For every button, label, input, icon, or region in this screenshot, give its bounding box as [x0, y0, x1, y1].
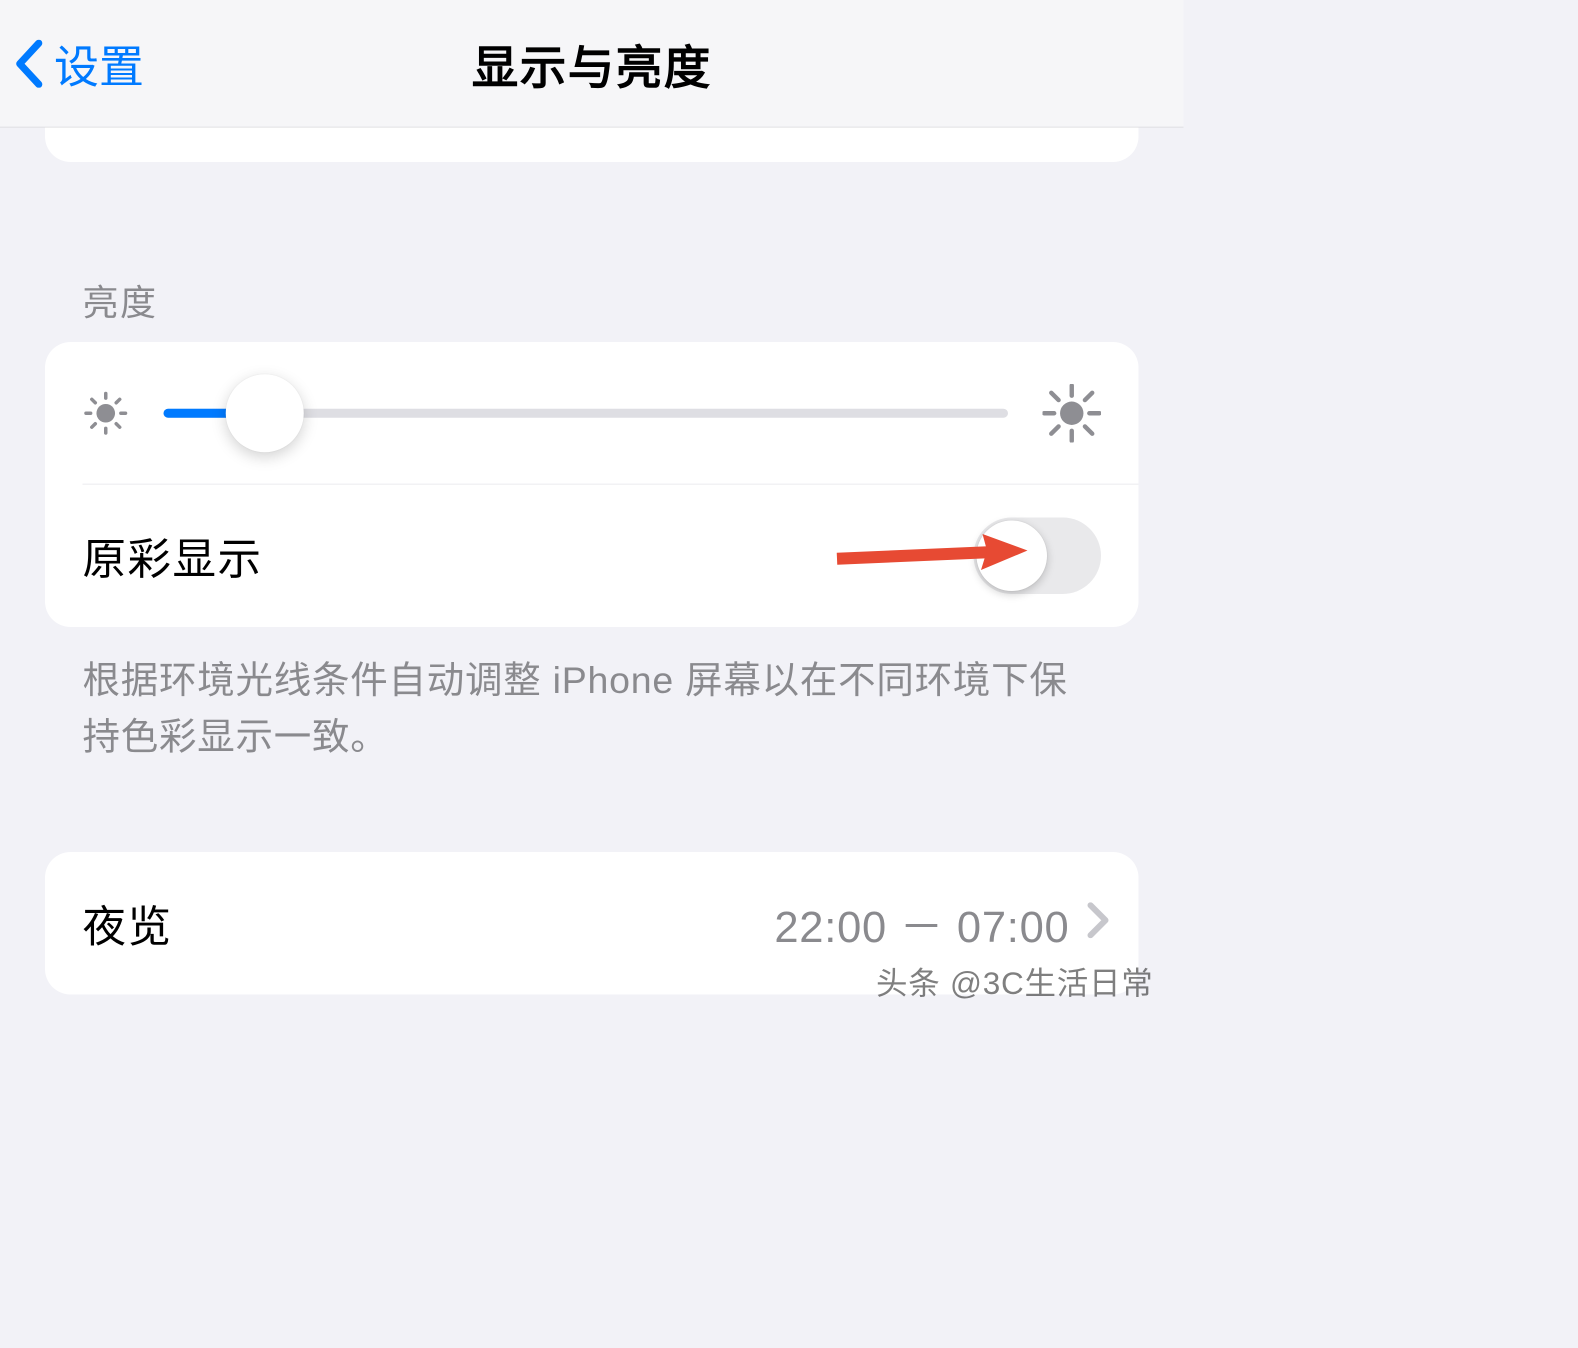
true-tone-toggle[interactable]: [974, 518, 1102, 595]
sun-high-icon: [1043, 384, 1102, 443]
night-shift-value: 22:00 － 07:00: [774, 892, 1069, 955]
brightness-slider-knob[interactable]: [226, 374, 304, 452]
page-title: 显示与亮度: [0, 30, 1184, 98]
back-button[interactable]: 设置: [15, 31, 144, 96]
chevron-right-icon: [1088, 898, 1109, 948]
true-tone-footer: 根据环境光线条件自动调整 iPhone 屏幕以在不同环境下保持色彩显示一致。: [83, 653, 1102, 766]
back-label: 设置: [54, 31, 144, 96]
watermark: 头条 @3C生活日常: [876, 958, 1154, 1004]
brightness-group: 原彩显示: [45, 342, 1139, 627]
nav-bar: 设置 显示与亮度: [0, 0, 1184, 128]
previous-group-tail: [45, 128, 1139, 163]
brightness-slider[interactable]: [164, 409, 1009, 418]
toggle-knob: [977, 521, 1048, 592]
chevron-left-icon: [15, 39, 44, 87]
true-tone-label: 原彩显示: [83, 524, 263, 587]
brightness-section-label: 亮度: [83, 273, 1102, 326]
night-shift-label: 夜览: [83, 892, 173, 955]
sun-low-icon: [83, 390, 130, 437]
brightness-slider-cell: [45, 342, 1139, 485]
true-tone-cell[interactable]: 原彩显示: [45, 485, 1139, 628]
night-shift-value-wrap: 22:00 － 07:00: [774, 892, 1108, 955]
